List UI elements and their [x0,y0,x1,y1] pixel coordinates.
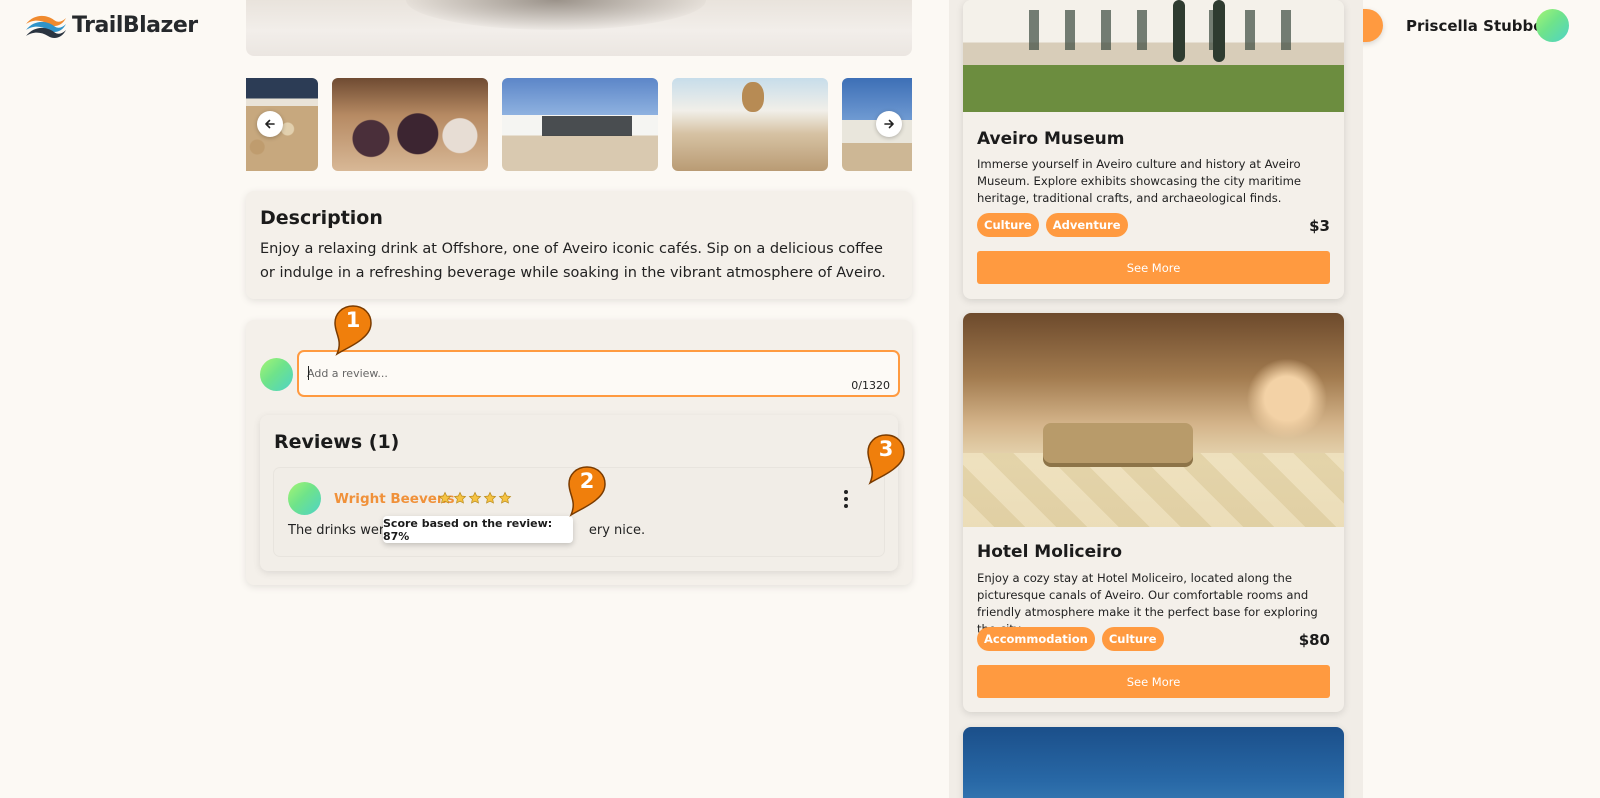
tag-badge: Culture [977,213,1039,237]
app-name: TrailBlazer [72,12,198,38]
review-text-start: The drinks were [288,523,392,538]
text-caret [308,366,309,380]
kebab-menu-icon[interactable] [836,488,856,510]
user-avatar[interactable] [1536,9,1569,42]
offer-price: $80 [1298,631,1330,649]
current-user-avatar [260,358,293,391]
offer-image [963,313,1344,527]
gallery-thumbnail[interactable] [672,78,828,171]
offer-tags: Accommodation Culture [977,627,1164,651]
description-text: Enjoy a relaxing drink at Offshore, one … [260,241,886,281]
marker-number: 1 [345,308,361,332]
offer-tags: Culture Adventure [977,213,1128,237]
arrow-left-icon [265,119,275,129]
offer-description: Immerse yourself in Aveiro culture and h… [977,157,1302,205]
gallery-thumbnail[interactable] [332,78,488,171]
star-icon [438,491,452,504]
reviews-title: Reviews (1) [274,431,400,453]
offer-title: Aveiro Museum [977,129,1125,149]
review-input[interactable] [307,362,827,384]
star-icon [468,491,482,504]
char-counter: 0/1320 [851,379,890,392]
description-title: Description [260,207,383,229]
star-icon [498,491,512,504]
arrow-right-icon [884,119,894,129]
trailblazer-logo-icon [26,15,66,38]
marker-number: 2 [579,469,595,493]
offer-image [963,0,1344,112]
gallery-next-button[interactable] [876,111,902,137]
gallery-thumbnail[interactable] [502,78,658,171]
tag-badge: Culture [1101,627,1164,651]
offer-card [963,727,1344,798]
offer-image [963,727,1344,798]
score-tooltip: Score based on the review: 87% [383,516,573,543]
tag-badge: Adventure [1045,213,1128,237]
reviewer-avatar [288,482,321,515]
see-more-button[interactable]: See More [977,665,1330,698]
image-gallery [246,78,912,171]
offer-card: Aveiro Museum Immerse yourself in Aveiro… [963,0,1344,299]
offer-title: Hotel Moliceiro [977,542,1123,562]
marker-3: 3 [866,433,906,485]
gallery-prev-button[interactable] [257,111,283,137]
offer-card: Hotel Moliceiro Enjoy a cozy stay at Hot… [963,313,1344,712]
reviewer-name[interactable]: Wright Beevens [334,491,455,507]
marker-2: 2 [567,465,607,517]
marker-number: 3 [878,437,894,461]
tag-badge: Accommodation [977,627,1095,651]
star-rating [438,491,512,505]
star-icon [483,491,497,504]
review-text-end: ery nice. [588,523,646,538]
offer-price: $3 [1309,217,1330,235]
star-icon [453,491,467,504]
marker-1: 1 [333,304,373,356]
logo[interactable]: TrailBlazer [24,10,198,40]
hero-image [246,0,912,56]
review-section: 0/1320 Reviews (1) Wright Beevens The dr… [246,320,912,585]
description-card: Description Enjoy a relaxing drink at Of… [246,191,912,299]
see-more-button[interactable]: See More [977,251,1330,284]
review-input-field[interactable]: 0/1320 [297,350,900,397]
